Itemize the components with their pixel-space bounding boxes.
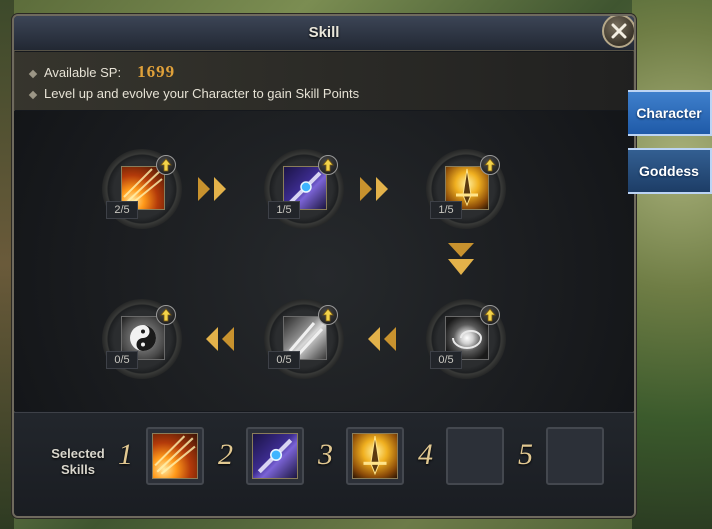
skill-level: 0/5: [106, 351, 138, 369]
sp-value: 1699: [137, 62, 176, 81]
level-up-button[interactable]: [156, 305, 176, 325]
skill-node-4: 0/5: [426, 299, 506, 379]
bullet-icon: [28, 90, 38, 99]
skill-tree: 2/5 1/5 1/5 0/5 0/5 0/5: [14, 111, 634, 411]
sp-row: Available SP: 1699: [28, 62, 176, 82]
close-icon: [611, 23, 627, 39]
flame-streak-icon: [152, 433, 198, 479]
arrow-up-icon: [484, 158, 496, 172]
selected-skills-label: Selected Skills: [51, 446, 105, 477]
arrow-up-icon: [322, 308, 334, 322]
arrow-up-icon: [160, 158, 172, 172]
skill-level: 1/5: [430, 201, 462, 219]
selected-skills-bar: Selected Skills 1 2 3 4 5: [14, 412, 634, 516]
tab-character[interactable]: Character: [628, 90, 712, 136]
skill-slot-3[interactable]: [346, 427, 404, 485]
golden-sword-icon: [352, 433, 398, 479]
sp-info-panel: Available SP: 1699 Level up and evolve yo…: [14, 52, 634, 110]
hint-text: Level up and evolve your Character to ga…: [44, 86, 360, 101]
sp-label: Available SP:: [44, 65, 122, 80]
skill-slot-1[interactable]: [146, 427, 204, 485]
level-up-button[interactable]: [318, 305, 338, 325]
skill-node-6: 0/5: [102, 299, 182, 379]
arrow-right-icon: [360, 177, 388, 201]
background-scenery: [632, 0, 712, 529]
arrow-up-icon: [484, 308, 496, 322]
arrow-up-icon: [160, 308, 172, 322]
skill-node-2: 1/5: [264, 149, 344, 229]
arrow-down-icon: [448, 243, 474, 275]
slot-number: 2: [218, 438, 233, 471]
skill-slot-2[interactable]: [246, 427, 304, 485]
skill-level: 0/5: [268, 351, 300, 369]
slot-number: 1: [118, 438, 133, 471]
window-title: Skill: [308, 24, 340, 41]
skill-slot-5-empty[interactable]: [546, 427, 604, 485]
tab-goddess[interactable]: Goddess: [628, 148, 712, 194]
skill-level: 2/5: [106, 201, 138, 219]
arrow-up-icon: [322, 158, 334, 172]
hint-row: Level up and evolve your Character to ga…: [28, 86, 360, 101]
bullet-icon: [28, 69, 38, 78]
level-up-button[interactable]: [480, 155, 500, 175]
level-up-button[interactable]: [318, 155, 338, 175]
arrow-right-icon: [198, 177, 226, 201]
title-bar[interactable]: Skill: [14, 16, 634, 51]
level-up-button[interactable]: [480, 305, 500, 325]
skill-level: 0/5: [430, 351, 462, 369]
skill-level: 1/5: [268, 201, 300, 219]
skill-slot-4-empty[interactable]: [446, 427, 504, 485]
skill-node-3: 1/5: [426, 149, 506, 229]
slot-number: 5: [518, 438, 533, 471]
slot-number: 3: [318, 438, 333, 471]
skill-node-5: 0/5: [264, 299, 344, 379]
arrow-left-icon: [368, 327, 396, 351]
arrow-left-icon: [206, 327, 234, 351]
slot-number: 4: [418, 438, 433, 471]
close-button[interactable]: [602, 16, 634, 48]
skill-node-1: 2/5: [102, 149, 182, 229]
spear-orb-icon: [252, 433, 298, 479]
level-up-button[interactable]: [156, 155, 176, 175]
skill-window: Skill Available SP: 1699 Level up and evo…: [12, 14, 636, 518]
